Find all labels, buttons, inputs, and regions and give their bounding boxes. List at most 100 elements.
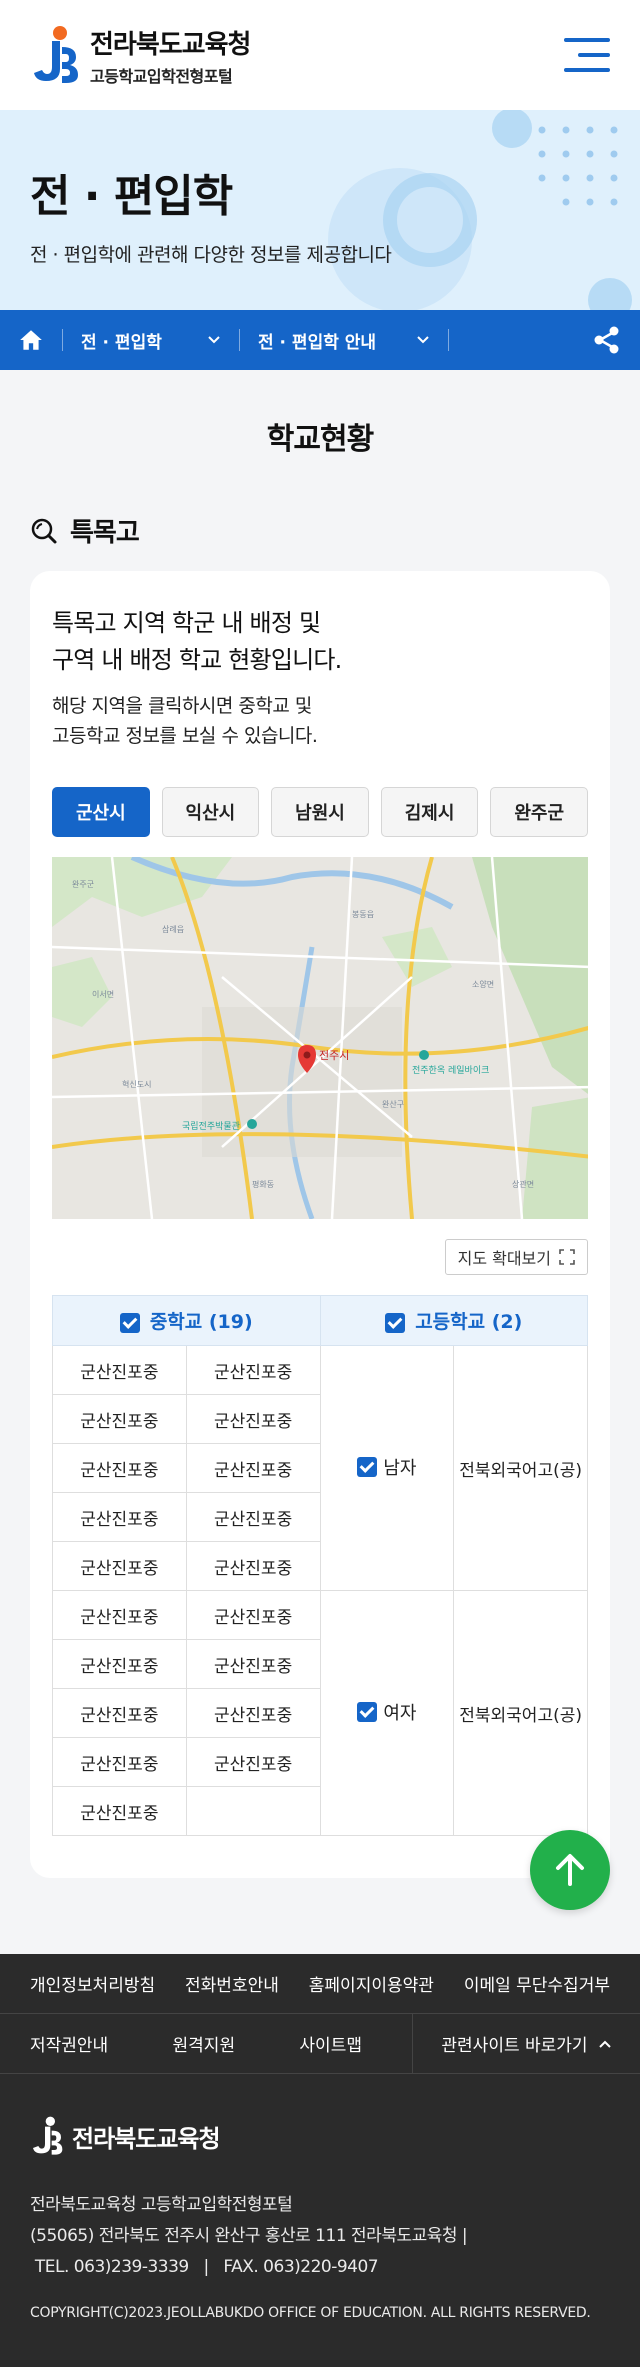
middle-school-cell: 군산진포중: [52, 1492, 187, 1542]
jb-logo-icon: [34, 26, 78, 83]
svg-text:평화동: 평화동: [252, 1179, 274, 1189]
middle-school-cell: 군산진포중: [52, 1345, 187, 1395]
poi-museum-label: 국립전주박물관: [182, 1121, 240, 1132]
breadcrumb-level1-dropdown[interactable]: 전 · 편입학: [81, 328, 221, 353]
section-header: 특목고: [30, 512, 610, 549]
home-icon[interactable]: [18, 327, 44, 353]
checkbox-checked-icon[interactable]: [357, 1702, 378, 1722]
map-marker-label: 전주시: [319, 1049, 349, 1062]
footer-info-line: 전라북도교육청 고등학교입학전형포털: [30, 2195, 293, 2215]
footer-link-privacy[interactable]: 개인정보처리방침: [30, 1971, 155, 1996]
footer-link-remote-support[interactable]: 원격지원: [173, 2031, 236, 2056]
footer-link-phone[interactable]: 전화번호안내: [185, 1971, 279, 1996]
footer-link-terms[interactable]: 홈페이지이용약관: [309, 1971, 434, 1996]
description-line: 해당 지역을 클릭하시면 중학교 및: [52, 695, 312, 717]
svg-text:완산구: 완산구: [382, 1099, 404, 1109]
region-tabs: 군산시 익산시 남원시 김제시 완주군: [52, 787, 588, 837]
related-sites-label: 관련사이트 바로가기: [441, 2036, 588, 2056]
svg-text:이서면: 이서면: [92, 989, 114, 999]
middle-school-cell: 군산진포중: [185, 1394, 321, 1444]
share-icon[interactable]: [592, 325, 622, 355]
org-name: 전라북도교육청: [90, 29, 251, 60]
footer-links-row: 저작권안내 원격지원 사이트맵 관련사이트 바로가기: [0, 2013, 640, 2074]
middle-school-cell: 군산진포중: [52, 1688, 187, 1738]
middle-school-cell: 군산진포중: [185, 1345, 321, 1395]
gender-label: 남자: [383, 1458, 417, 1479]
footer-links-row: 개인정보처리방침 전화번호안내 홈페이지이용약관 이메일 무단수집거부: [0, 1954, 640, 2014]
gender-cell-male: 남자: [319, 1345, 455, 1591]
footer-address: 전라북도교육청 고등학교입학전형포털 (55065) 전라북도 전주시 완산구 …: [30, 2190, 610, 2283]
map-zoom-button[interactable]: 지도 확대보기: [444, 1239, 588, 1275]
middle-school-cell: 군산진포중: [185, 1639, 321, 1689]
breadcrumb-divider: [448, 329, 449, 351]
svg-text:상관면: 상관면: [512, 1179, 534, 1189]
tab-region-5[interactable]: 완주군: [490, 787, 588, 837]
search-icon: [31, 518, 57, 543]
middle-school-cell: 군산진포중: [185, 1737, 321, 1787]
breadcrumb-divider: [62, 329, 63, 351]
site-header: 전라북도교육청 고등학교입학전형포털: [0, 0, 640, 110]
expand-icon: [559, 1249, 575, 1265]
breadcrumb-level2-label: 전 · 편입학 안내: [258, 332, 377, 353]
hero-title: 전 · 편입학: [30, 171, 233, 222]
checkbox-checked-icon[interactable]: [357, 1457, 378, 1477]
page-hero: 전 · 편입학 전 · 편입학에 관련해 다양한 정보를 제공합니다: [0, 110, 640, 310]
chevron-up-icon: [598, 2040, 611, 2048]
footer-logo-text: 전라북도교육청: [72, 2124, 221, 2153]
middle-school-cell: 군산진포중: [52, 1394, 187, 1444]
middle-school-cell: 군산진포중: [185, 1590, 321, 1640]
tab-region-4[interactable]: 김제시: [380, 787, 479, 837]
middle-school-header[interactable]: 중학교 (19): [52, 1295, 321, 1346]
poi-railbike-label: 전주한옥 레일바이크: [412, 1065, 489, 1076]
tab-region-3[interactable]: 남원시: [271, 787, 369, 837]
scroll-to-top-button[interactable]: [530, 1830, 610, 1910]
chevron-down-icon: [208, 336, 220, 344]
svg-text:소양면: 소양면: [472, 979, 494, 989]
related-sites-dropdown[interactable]: 관련사이트 바로가기: [412, 2013, 640, 2074]
high-school-header-label: 고등학교 (2): [415, 1311, 523, 1333]
svg-text:완주군: 완주군: [72, 880, 94, 889]
middle-school-cell: 군산진포중: [185, 1688, 321, 1738]
middle-school-cell: 군산진포중: [185, 1443, 321, 1493]
middle-school-cell: 군산진포중: [52, 1737, 187, 1787]
breadcrumb-level2-dropdown[interactable]: 전 · 편입학 안내: [258, 328, 430, 353]
section-title: 특목고: [70, 518, 140, 548]
high-school-header[interactable]: 고등학교 (2): [319, 1295, 588, 1346]
footer-link-email-policy[interactable]: 이메일 무단수집거부: [464, 1971, 610, 1996]
school-status-card: 특목고 지역 학군 내 배정 및 구역 내 배정 학교 현황입니다. 해당 지역…: [30, 571, 610, 1878]
middle-school-cell: 군산진포중: [185, 1541, 321, 1591]
middle-school-cell: 군산진포중: [52, 1786, 187, 1836]
region-map[interactable]: 완주군 삼례읍 봉동읍 이서면 소양면 혁신도시 완산구 평화동 상관면 국립전주박물관 전…: [52, 857, 588, 1219]
middle-school-cell: 군산진포중: [52, 1541, 187, 1591]
page-title: 학교현황: [266, 422, 374, 457]
main-content: 학교현황 특목고 특목고 지역 학군 내 배정 및 구역 내 배정 학교 현황입…: [0, 370, 640, 1878]
middle-school-cell: [185, 1786, 321, 1836]
tab-region-1[interactable]: 군산시: [52, 787, 150, 837]
high-school-cell: 전북외국어고(공): [453, 1345, 588, 1591]
hamburger-menu-icon[interactable]: [564, 38, 610, 72]
footer-info-line: (55065) 전라북도 전주시 완산구 홍산로 111 전라북도교육청 |: [30, 2226, 468, 2246]
tab-region-2[interactable]: 익산시: [161, 787, 260, 837]
footer-link-sitemap[interactable]: 사이트맵: [299, 2031, 362, 2056]
footer-info-line: TEL. 063)239-3339 | FAX. 063)220-9407: [30, 2257, 379, 2277]
map-graphic: 완주군삼례읍 봉동읍 이서면 소양면혁신도시 완산구평화동 상관면 국립전주박물관 전…: [52, 857, 588, 1219]
lead-line: 특목고 지역 학군 내 배정 및: [52, 609, 321, 637]
breadcrumb-divider: [239, 329, 240, 351]
section-description: 해당 지역을 클릭하시면 중학교 및 고등학교 정보를 보실 수 있습니다.: [52, 691, 588, 751]
footer-logo: 전라북도교육청: [30, 2116, 610, 2156]
footer-link-copyright[interactable]: 저작권안내: [30, 2031, 108, 2056]
lead-line: 구역 내 배정 학교 현황입니다.: [52, 646, 342, 674]
svg-text:봉동읍: 봉동읍: [352, 910, 374, 919]
site-logo[interactable]: 전라북도교육청 고등학교입학전형포털: [30, 24, 251, 87]
svg-text:삼례읍: 삼례읍: [162, 924, 184, 934]
hero-subtitle: 전 · 편입학에 관련해 다양한 정보를 제공합니다: [30, 244, 392, 266]
gender-cell-female: 여자: [319, 1590, 455, 1836]
high-school-cell: 전북외국어고(공): [453, 1590, 588, 1836]
breadcrumb-level1-label: 전 · 편입학: [81, 332, 162, 353]
middle-school-cell: 군산진포중: [52, 1590, 187, 1640]
description-line: 고등학교 정보를 보실 수 있습니다.: [52, 725, 318, 747]
checkbox-checked-icon[interactable]: [385, 1312, 406, 1333]
checkbox-checked-icon[interactable]: [119, 1312, 140, 1333]
portal-name: 고등학교입학전형포털: [90, 66, 233, 86]
site-footer: 개인정보처리방침 전화번호안내 홈페이지이용약관 이메일 무단수집거부 저작권안…: [0, 1954, 640, 2367]
